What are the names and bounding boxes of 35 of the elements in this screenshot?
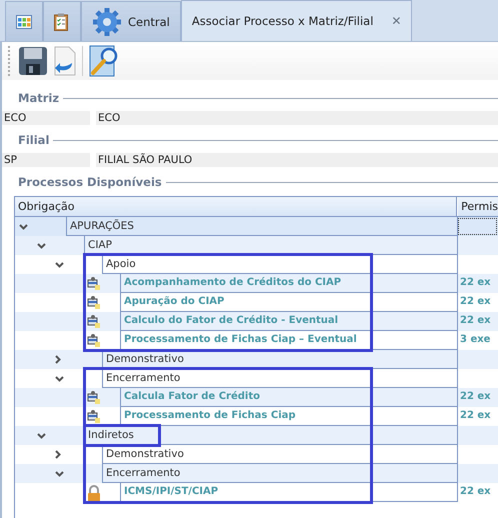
lock-icon	[87, 485, 101, 503]
save-icon[interactable]	[18, 46, 48, 76]
code-field[interactable]: ECO	[2, 111, 90, 125]
collapse-chevron-icon[interactable]	[55, 262, 64, 268]
collapse-chevron-icon[interactable]	[55, 471, 64, 477]
section-title: Filial	[18, 133, 50, 147]
name-field[interactable]: ECO	[96, 111, 498, 125]
document-user-icon	[87, 333, 101, 347]
column-header[interactable]: Obrigação	[15, 197, 458, 216]
expand-chevron-icon[interactable]	[55, 450, 61, 459]
collapse-chevron-icon[interactable]	[37, 433, 46, 439]
document-user-icon	[87, 314, 101, 328]
tab[interactable]: Central	[81, 1, 181, 41]
section-title: Processos Disponíveis	[18, 175, 162, 189]
section-title: Matriz	[18, 91, 60, 105]
grid-icon	[16, 14, 32, 28]
tab[interactable]	[43, 1, 81, 41]
name-field[interactable]: FILIAL SÃO PAULO	[96, 153, 498, 167]
permission-cell: 22 ex	[457, 483, 498, 502]
clipboard-icon	[54, 12, 68, 30]
undo-document-icon[interactable]	[54, 46, 76, 76]
close-icon[interactable]: ✕	[391, 14, 402, 28]
collapse-chevron-icon[interactable]	[55, 376, 64, 382]
tab[interactable]: Associar Processo x Matriz/Filial ✕	[180, 0, 412, 41]
code-field[interactable]: SP	[2, 153, 90, 167]
expand-chevron-icon[interactable]	[55, 355, 61, 364]
document-user-icon	[87, 295, 101, 309]
column-header[interactable]: Permis	[457, 197, 498, 216]
document-user-icon	[87, 390, 101, 404]
tab[interactable]	[5, 1, 43, 41]
document-user-icon	[87, 276, 101, 290]
collapse-chevron-icon[interactable]	[37, 243, 46, 249]
gear-icon	[92, 6, 122, 36]
document-user-icon	[87, 409, 101, 423]
collapse-chevron-icon[interactable]	[19, 224, 28, 230]
